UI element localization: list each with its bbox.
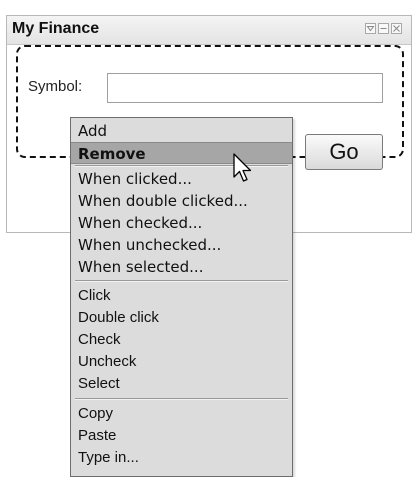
menu-item-when-checked[interactable]: When checked... [71, 212, 292, 234]
menu-item-double-click[interactable]: Double click [71, 307, 292, 329]
widget-titlebar: My Finance [7, 16, 411, 45]
menu-item-type-in[interactable]: Type in... [71, 447, 292, 469]
menu-item-add[interactable]: Add [71, 120, 292, 142]
menu-item-when-clicked[interactable]: When clicked... [71, 168, 292, 190]
menu-item-paste[interactable]: Paste [71, 425, 292, 447]
close-icon[interactable] [391, 23, 402, 34]
context-menu: Add Remove When clicked... When double c… [70, 117, 293, 477]
menu-item-when-selected[interactable]: When selected... [71, 256, 292, 278]
menu-separator [75, 280, 288, 282]
widget-title: My Finance [12, 20, 100, 37]
symbol-label: Symbol: [28, 78, 83, 95]
menu-item-when-double-clicked[interactable]: When double clicked... [71, 190, 292, 212]
menu-item-uncheck[interactable]: Uncheck [71, 351, 292, 373]
arrow-cursor-icon [233, 153, 252, 182]
minimize-icon[interactable] [378, 23, 389, 34]
dropdown-icon[interactable] [365, 23, 376, 34]
symbol-input[interactable] [107, 73, 383, 103]
menu-item-when-unchecked[interactable]: When unchecked... [71, 234, 292, 256]
menu-item-click[interactable]: Click [71, 285, 292, 307]
menu-item-check[interactable]: Check [71, 329, 292, 351]
go-button[interactable]: Go [305, 134, 383, 170]
menu-item-select[interactable]: Select [71, 373, 292, 395]
menu-item-remove[interactable]: Remove [71, 142, 292, 164]
menu-item-copy[interactable]: Copy [71, 403, 292, 425]
menu-separator [75, 398, 288, 400]
